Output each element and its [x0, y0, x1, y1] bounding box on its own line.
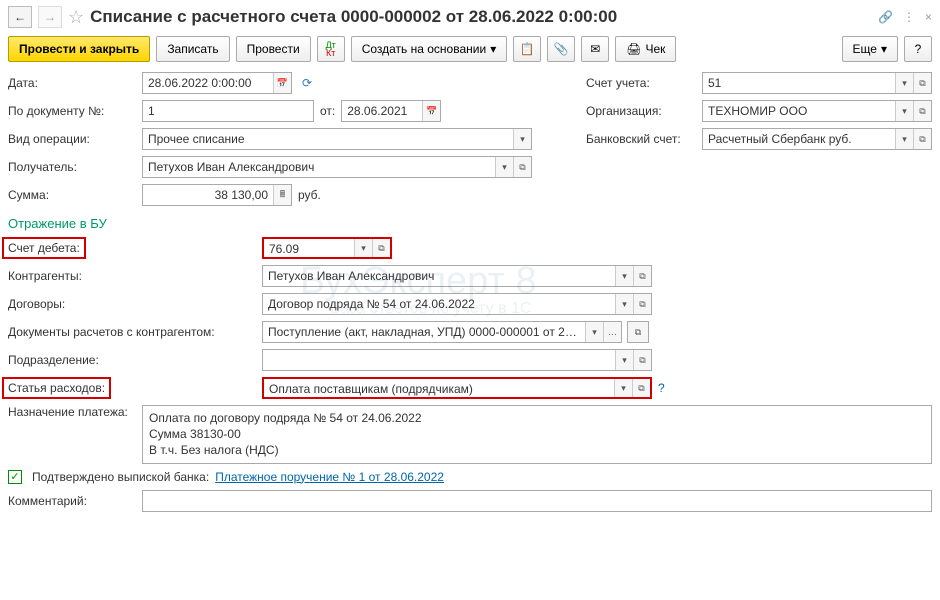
page-title: Списание с расчетного счета 0000-000002 …: [90, 7, 872, 27]
expense-item-select[interactable]: Оплата поставщикам (подрядчикам) ▾ ⧉: [262, 377, 652, 399]
forward-button[interactable]: →: [38, 6, 62, 28]
open-icon[interactable]: ⧉: [632, 379, 650, 397]
calculator-icon[interactable]: 🖩: [273, 185, 291, 205]
organization-select[interactable]: ТЕХНОМИР ООО ▾ ⧉: [702, 100, 932, 122]
menu-icon[interactable]: ⋮: [903, 10, 915, 24]
open-icon[interactable]: ⧉: [913, 101, 931, 121]
open-icon[interactable]: ⧉: [913, 129, 931, 149]
chevron-down-icon[interactable]: ▾: [614, 379, 632, 397]
confirmed-checkbox[interactable]: ✓: [8, 470, 22, 484]
currency-label: руб.: [298, 188, 321, 202]
settle-docs-open[interactable]: ⧉: [627, 321, 649, 343]
close-icon[interactable]: ×: [925, 10, 932, 24]
comment-label: Комментарий:: [8, 494, 136, 508]
more-icon[interactable]: …: [603, 322, 621, 342]
from-label: от:: [320, 104, 335, 118]
create-based-button[interactable]: Создать на основании ▾: [351, 36, 508, 62]
contracts-label: Договоры:: [8, 297, 256, 311]
write-button[interactable]: Записать: [156, 36, 229, 62]
debit-account-select[interactable]: 76.09 ▾ ⧉: [262, 237, 392, 259]
chevron-down-icon[interactable]: ▾: [615, 266, 633, 286]
division-label: Подразделение:: [8, 353, 256, 367]
doc-from-input[interactable]: 28.06.2021 📅: [341, 100, 441, 122]
chevron-down-icon[interactable]: ▾: [895, 101, 913, 121]
chevron-down-icon[interactable]: ▾: [354, 239, 372, 257]
section-title: Отражение в БУ: [8, 216, 932, 231]
account-label: Счет учета:: [586, 76, 696, 90]
recipient-label: Получатель:: [8, 160, 136, 174]
open-icon[interactable]: ⧉: [628, 322, 648, 342]
settle-docs-select[interactable]: Поступление (акт, накладная, УПД) 0000-0…: [262, 321, 622, 343]
post-button[interactable]: Провести: [236, 36, 311, 62]
check-button[interactable]: 🖨 Чек: [615, 36, 676, 62]
chevron-down-icon[interactable]: ▾: [615, 294, 633, 314]
optype-label: Вид операции:: [8, 132, 136, 146]
help-icon[interactable]: ?: [658, 381, 665, 395]
bankacc-label: Банковский счет:: [586, 132, 696, 146]
account-select[interactable]: 51 ▾ ⧉: [702, 72, 932, 94]
counterparty-select[interactable]: Петухов Иван Александрович ▾ ⧉: [262, 265, 652, 287]
purpose-textarea[interactable]: Оплата по договору подряда № 54 от 24.06…: [142, 405, 932, 464]
attach-button[interactable]: 📎: [547, 36, 575, 62]
chevron-down-icon[interactable]: ▾: [615, 350, 633, 370]
refresh-date-icon[interactable]: ⟳: [302, 76, 312, 90]
open-icon[interactable]: ⧉: [633, 266, 651, 286]
purpose-label: Назначение платежа:: [8, 405, 136, 419]
calendar-icon[interactable]: 📅: [273, 73, 291, 93]
chevron-down-icon[interactable]: ▾: [895, 129, 913, 149]
contracts-select[interactable]: Договор подряда № 54 от 24.06.2022 ▾ ⧉: [262, 293, 652, 315]
confirmed-label: Подтверждено выпиской банка:: [32, 470, 209, 484]
date-label: Дата:: [8, 76, 136, 90]
chevron-down-icon[interactable]: ▾: [495, 157, 513, 177]
comment-input[interactable]: [142, 490, 932, 512]
open-icon[interactable]: ⧉: [633, 350, 651, 370]
confirmed-link[interactable]: Платежное поручение № 1 от 28.06.2022: [215, 470, 444, 484]
sum-label: Сумма:: [8, 188, 136, 202]
chevron-down-icon: ▾: [490, 42, 496, 56]
chevron-down-icon[interactable]: ▾: [895, 73, 913, 93]
back-button[interactable]: ←: [8, 6, 32, 28]
mail-button[interactable]: ✉: [581, 36, 609, 62]
counterparty-label: Контрагенты:: [8, 269, 256, 283]
chevron-down-icon[interactable]: ▾: [513, 129, 531, 149]
open-icon[interactable]: ⧉: [513, 157, 531, 177]
recipient-select[interactable]: Петухов Иван Александрович ▾ ⧉: [142, 156, 532, 178]
open-icon[interactable]: ⧉: [372, 239, 390, 257]
chevron-down-icon[interactable]: ▾: [585, 322, 603, 342]
date-input[interactable]: 28.06.2022 0:00:00 📅: [142, 72, 292, 94]
division-select[interactable]: ▾ ⧉: [262, 349, 652, 371]
more-button[interactable]: Еще ▾: [842, 36, 898, 62]
open-icon[interactable]: ⧉: [913, 73, 931, 93]
link-icon[interactable]: 🔗: [878, 10, 893, 24]
doc-num-label: По документу №:: [8, 104, 136, 118]
help-button[interactable]: ?: [904, 36, 932, 62]
post-close-button[interactable]: Провести и закрыть: [8, 36, 150, 62]
optype-select[interactable]: Прочее списание ▾: [142, 128, 532, 150]
organization-label: Организация:: [586, 104, 696, 118]
register-button[interactable]: 📋: [513, 36, 541, 62]
dtkt-button[interactable]: ДтКт: [317, 36, 345, 62]
doc-num-input[interactable]: 1: [142, 100, 314, 122]
sum-input[interactable]: 38 130,00 🖩: [142, 184, 292, 206]
expense-item-label: Статья расходов:: [8, 381, 256, 395]
bankacc-select[interactable]: Расчетный Сбербанк руб. ▾ ⧉: [702, 128, 932, 150]
open-icon[interactable]: ⧉: [633, 294, 651, 314]
debit-account-label: Счет дебета:: [8, 241, 256, 255]
settle-docs-label: Документы расчетов с контрагентом:: [8, 325, 256, 339]
favorite-icon[interactable]: ☆: [68, 7, 84, 28]
calendar-icon[interactable]: 📅: [422, 101, 440, 121]
